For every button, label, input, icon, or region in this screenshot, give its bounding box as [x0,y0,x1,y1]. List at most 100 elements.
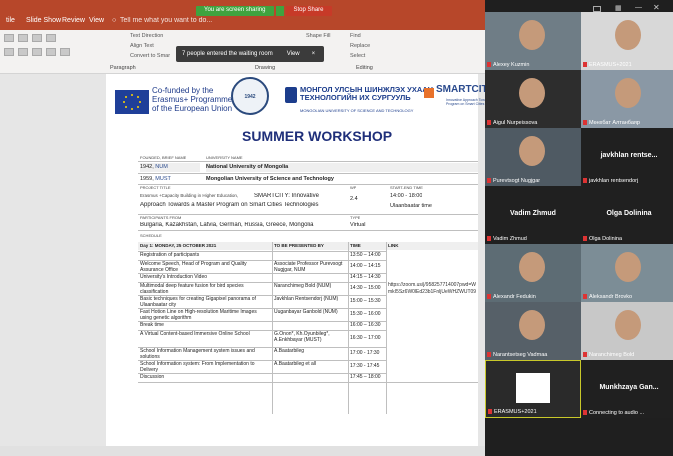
start-end-header: START-END TIME [390,185,423,190]
day-header: Day 1: MONDAY, 25 OCTOBER 2021 [138,242,272,250]
time-value: 14:00 - 18:00 [390,193,423,199]
schedule-topic: Basic techniques for creating Gigapixel … [140,296,256,308]
align-left-icon[interactable] [4,48,14,56]
schedule-topic: Discussion [140,374,165,380]
schedule-presenter [272,321,348,330]
select-button[interactable]: Select [350,53,365,59]
num-founded: 1942, NUM [140,163,200,172]
mic-muted-icon [583,352,587,357]
participant-display-name: Olga Dolinina [606,210,652,217]
schedule-presenter [272,373,348,382]
toast-view-button[interactable]: View [287,51,300,57]
find-button[interactable]: Find [350,33,361,39]
justify-icon[interactable] [46,48,56,56]
participant-video [615,252,641,282]
schedule-time: 16:00 – 16:30 [350,322,381,328]
participant-tile[interactable]: ERASMUS+2021 [581,12,673,70]
participant-tile[interactable]: Munkhzaya Gan... Connecting to audio ... [581,360,673,418]
close-icon[interactable]: × [312,51,316,57]
sharing-status: You are screen sharing [196,6,274,16]
schedule-presenter: A.Baatarbileg [274,348,305,354]
participant-tile[interactable]: Мөнхбат Алтанбаяр [581,70,673,128]
numbered-list-icon[interactable] [18,34,28,42]
shape-fill-button[interactable]: Shape Fill [306,33,330,39]
schedule-topic: School Information system: From Implemen… [140,361,255,373]
schedule-topic: Welcome Speech, Head of Program and Qual… [140,261,247,273]
wp-value: 2.4 [350,196,358,202]
menu-view[interactable]: View [89,17,104,24]
schedule-topic: A Virtual Content-based Immersive Online… [140,331,250,337]
participant-tile[interactable]: Narantsetseg Vadmaa [485,302,581,360]
minimize-icon[interactable]: — [635,4,642,11]
mic-muted-icon [487,352,491,357]
participant-name: Vadim Zhmud [493,236,527,242]
columns-icon[interactable] [60,48,70,56]
mic-muted-icon [488,409,492,414]
schedule-presenter: Naranchimeg Bold (NUM) [274,283,332,289]
schedule-topic: Break time [140,322,164,328]
project-title-part1: SMARTCITY: Innovative [254,193,319,199]
bullet-list-icon[interactable] [4,34,14,42]
schedule-time: 14:30 – 15:00 [350,285,381,291]
participant-name: Мөнхбат Алтанбаяр [589,120,640,126]
menu-review[interactable]: Review [62,17,85,24]
menu-slide-show[interactable]: Slide Show [26,17,61,24]
schedule-time: 15:30 – 16:00 [350,311,381,317]
participant-video [519,78,545,108]
schedule-header: SCHEDULE [140,233,162,238]
stop-share-button[interactable]: Stop Share [285,6,332,16]
participant-tile[interactable]: Aigul Nurpeissova [485,70,581,128]
align-right-icon[interactable] [32,48,42,56]
grid-view-icon[interactable]: ▦ [615,4,622,12]
participant-display-name: Munkhzaya Gan... [599,384,659,391]
menu-tile[interactable]: tile [6,17,15,24]
participant-name: ERASMUS+2021 [589,62,632,68]
participant-tile[interactable]: Purevtsogt Nugjgar [485,128,581,186]
participant-video [516,373,550,403]
participant-tile[interactable]: javkhlan rentse... javkhlan rentsendorj [581,128,673,186]
participant-video [519,310,545,340]
schedule-time: 17:30 - 17:45 [350,363,380,369]
schedule-time: 17:00 - 17:30 [350,350,380,356]
participant-tile[interactable]: Aleksandr Brovko [581,244,673,302]
schedule-topic: Fast Hotion Line on High-resolution Mari… [140,309,257,321]
decrease-indent-icon[interactable] [32,34,42,42]
participant-tile[interactable]: Vadim Zhmud Vadim Zhmud [485,186,581,244]
tell-me-search[interactable]: Tell me what you want to do... [120,17,212,24]
participant-video [615,20,641,50]
align-center-icon[interactable] [18,48,28,56]
align-text-button[interactable]: Align Text [130,43,154,49]
type-header: TYPE [350,215,361,220]
participant-tile[interactable]: Alexandr Fedukin [485,244,581,302]
participants-header: PARTICIPANTS FROM [140,215,182,220]
convert-smartart-button[interactable]: Convert to Smar [130,53,170,59]
schedule-time: 17:45 – 18:00 [350,374,381,380]
participant-name: Connecting to audio ... [589,410,645,416]
participant-tile[interactable]: ERASMUS+2021 [485,360,581,418]
project-title-header: PROJECT TITLE [140,185,171,190]
mic-muted-icon [487,236,491,241]
participant-tile[interactable]: Alexey Kuzmin [485,12,581,70]
must-name: МОНГОЛ УЛСЫН ШИНЖЛЭХ УХААН ТЕХНОЛОГИЙН И… [300,85,434,102]
replace-button[interactable]: Replace [350,43,370,49]
schedule-presenter: G.Onon*, Kh.Oyunbileg*, A.Enkhbayar (MUS… [274,331,330,343]
participant-name: Olga Dolinina [589,236,623,242]
participant-name: javkhlan rentsendorj [589,178,639,184]
text-direction-button[interactable]: Text Direction [130,33,163,39]
participant-tile[interactable]: Olga Dolinina Olga Dolinina [581,186,673,244]
close-panel-icon[interactable]: ✕ [653,3,660,12]
participant-display-name: Vadim Zhmud [510,210,556,217]
drawing-group-label: Drawing [255,65,276,71]
zoom-link[interactable]: https://zoom.us/j/958257714007pwd=WmkI5S… [388,282,478,316]
schedule-presenter: Uuganbayar Ganbold (NUM) [274,309,338,315]
toast-message: 7 people entered the waiting room [182,51,273,57]
participant-video [519,252,545,282]
participant-tile[interactable]: Naranchimeg Bold [581,302,673,360]
share-options-icon[interactable] [275,6,284,16]
schedule-presenter: Javkhlan Rentsendorj (NUM) [274,296,339,302]
workshop-title: SUMMER WORKSHOP [242,128,393,144]
mic-muted-icon [583,62,587,67]
schedule-presenter [272,251,348,260]
eu-flag-icon [115,90,149,114]
increase-indent-icon[interactable] [46,34,56,42]
